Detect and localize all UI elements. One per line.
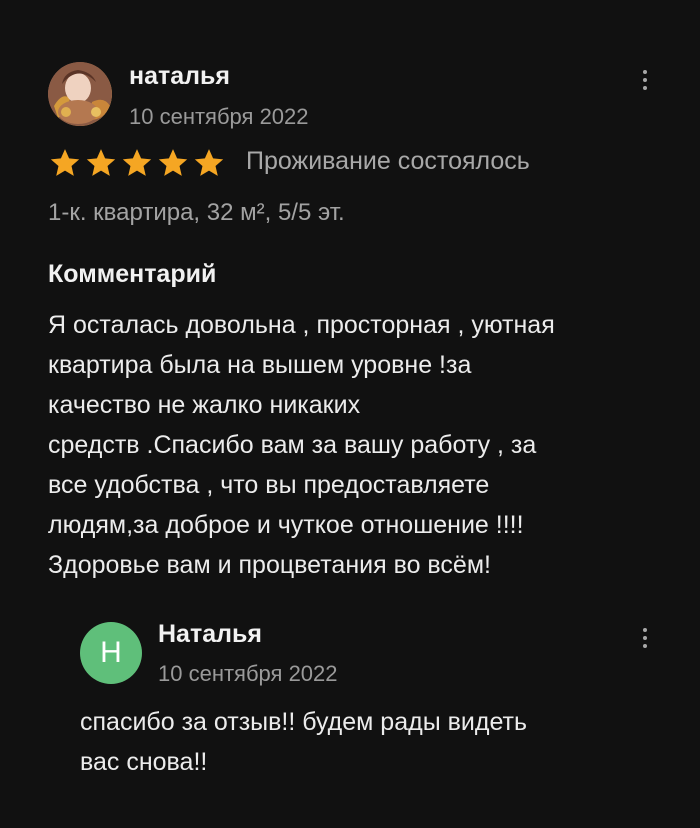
comment-line: Я осталась довольна , просторная , уютна… (48, 311, 555, 339)
dot (643, 86, 647, 90)
comment-line: средств .Спасибо вам за вашу работу , за (48, 431, 537, 459)
star-icon (50, 149, 80, 176)
star-icon (158, 149, 188, 176)
reply-avatar[interactable]: Н (80, 622, 142, 684)
comment-heading: Комментарий (48, 260, 217, 288)
dot (643, 628, 647, 632)
comment-line: квартира была на вышем уровне !за (48, 351, 472, 379)
comment-line: качество не жалко никаких (48, 391, 361, 419)
more-vertical-icon[interactable] (633, 64, 657, 96)
comment-line: все удобства , что вы предоставляете (48, 471, 490, 499)
author-avatar-photo (48, 62, 112, 126)
review-card: наталья 10 сентября 2022 Проживание сост… (0, 0, 700, 828)
author-avatar[interactable] (48, 62, 112, 126)
review-date: 10 сентября 2022 (129, 104, 309, 129)
author-name: наталья (129, 62, 230, 90)
comment-line: людям,за доброе и чуткое отношение !!!! (48, 511, 524, 539)
dot (643, 78, 647, 82)
star-icon (86, 149, 116, 176)
reply-line: спасибо за отзыв!! будем рады видеть (80, 708, 527, 736)
reply-line: вас снова!! (80, 748, 208, 776)
dot (643, 636, 647, 640)
comment-text: Я осталась довольна , просторная , уютна… (48, 305, 678, 585)
star-icon (194, 149, 224, 176)
dot (643, 644, 647, 648)
more-vertical-icon[interactable] (633, 622, 657, 654)
rating-stars (48, 146, 226, 180)
reply-author-name: Наталья (158, 620, 262, 648)
dot (643, 70, 647, 74)
reply-date: 10 сентября 2022 (158, 661, 338, 686)
stay-status: Проживание состоялось (246, 147, 530, 175)
reply-text: спасибо за отзыв!! будем рады видеть вас… (80, 702, 660, 782)
apartment-info: 1-к. квартира, 32 м², 5/5 эт. (48, 199, 345, 226)
comment-line: Здоровье вам и процветания во всём! (48, 551, 491, 579)
star-icon (122, 149, 152, 176)
